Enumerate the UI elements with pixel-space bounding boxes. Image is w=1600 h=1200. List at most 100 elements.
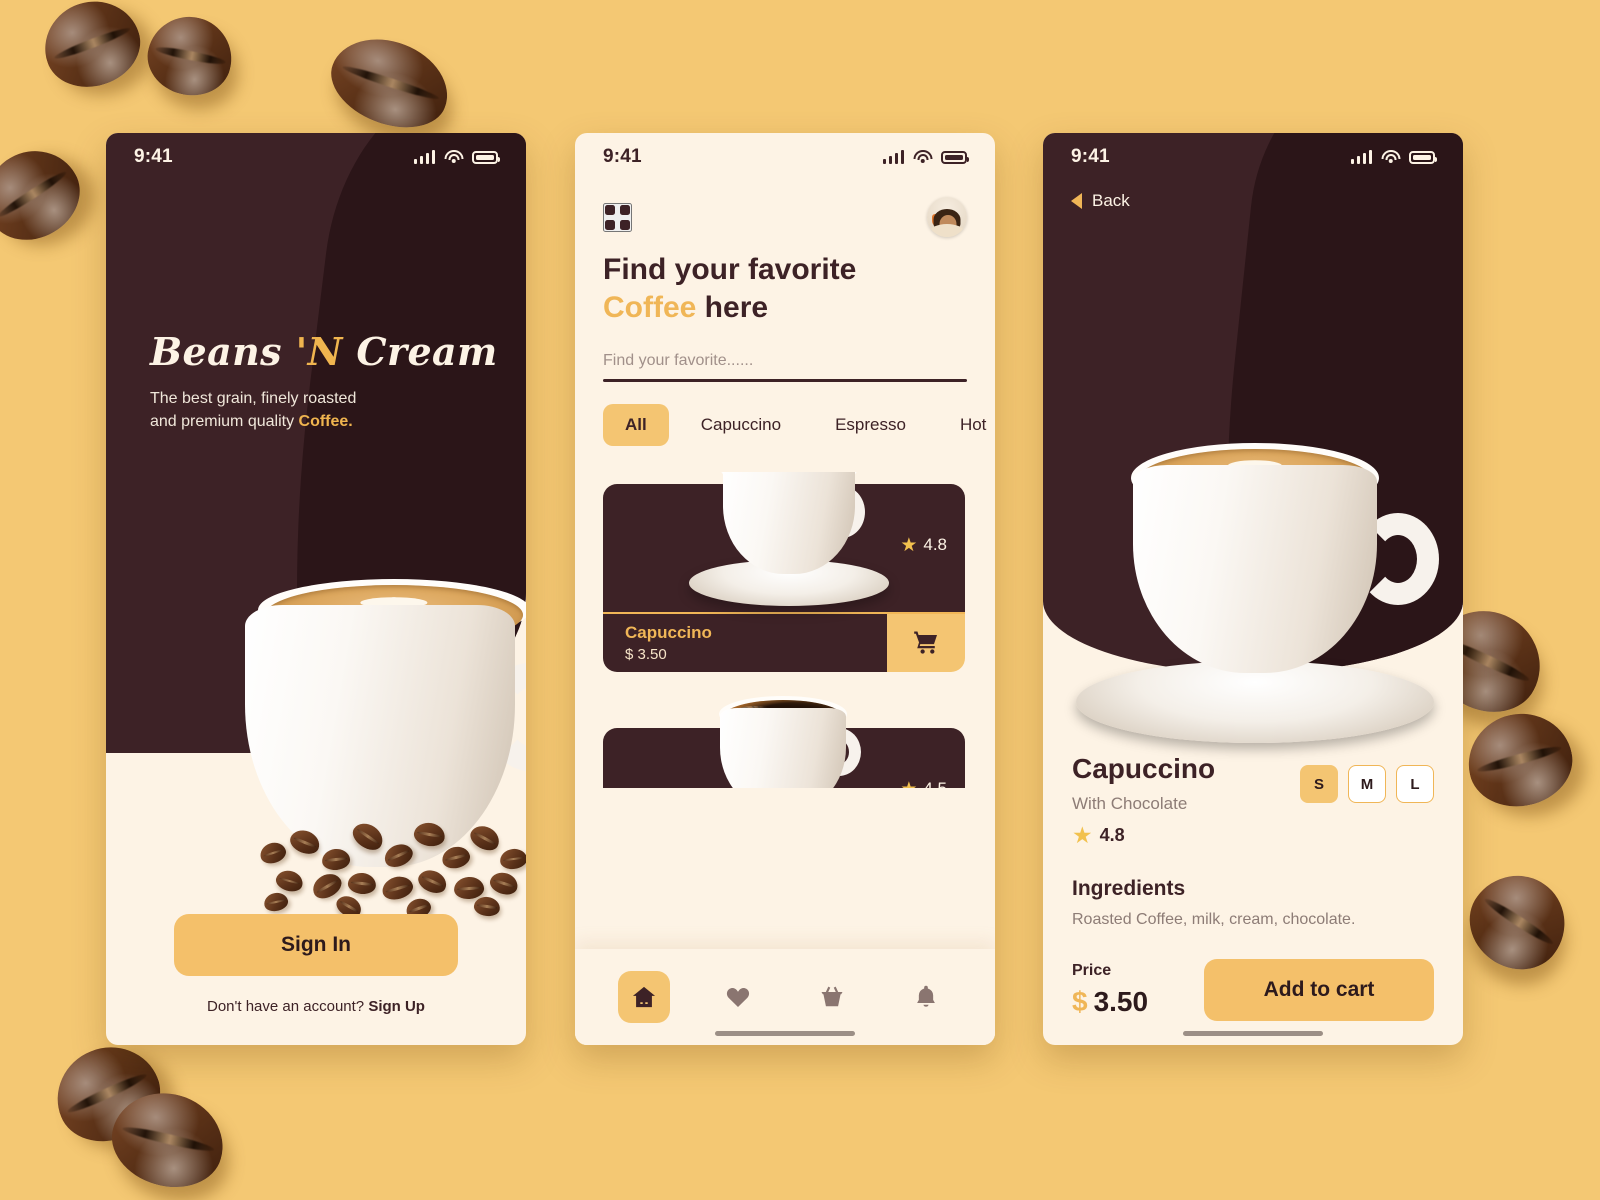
menu-grid-icon[interactable] (603, 202, 632, 232)
star-icon: ★ (900, 534, 918, 556)
home-icon (632, 986, 656, 1008)
cup-body (723, 471, 855, 574)
sign-up-link[interactable]: Sign Up (368, 998, 425, 1015)
app-title: Beans 'N Cream (150, 329, 497, 374)
coffee-bean-icon (1452, 856, 1584, 988)
size-option-m[interactable]: M (1348, 765, 1386, 803)
page-title-line1: Find your favorite (603, 253, 857, 286)
page-title-tail: here (696, 291, 769, 325)
product-list: ★ 4.8 Capuccino $ 3.50 (575, 471, 995, 788)
purchase-row: Price $3.50 Add to cart (1072, 959, 1434, 1021)
tab-espresso[interactable]: Espresso (813, 404, 928, 446)
status-icons (413, 150, 500, 164)
tab-all[interactable]: All (603, 403, 669, 446)
wifi-icon (1381, 150, 1400, 164)
product-info: Capuccino $ 3.50 (603, 613, 887, 672)
status-time: 9:41 (603, 146, 642, 167)
size-option-l[interactable]: L (1396, 765, 1434, 803)
app-title-part2: Cream (342, 329, 498, 374)
status-time: 9:41 (1071, 146, 1110, 167)
product-name: Capuccino (625, 622, 712, 642)
home-indicator (1183, 1031, 1323, 1036)
subtitle-line2: and premium quality (150, 412, 299, 430)
scattered-beans-pile (256, 801, 526, 922)
avatar-clothing (930, 224, 964, 237)
sign-in-button[interactable]: Sign In (174, 914, 458, 976)
tab-hot[interactable]: Hot (938, 404, 995, 446)
sign-up-prompt: Don't have an account? Sign Up (106, 998, 526, 1015)
back-arrow-icon (1071, 193, 1082, 209)
cup-body (720, 707, 846, 788)
price-amount: $3.50 (1072, 986, 1148, 1018)
coffee-cup-illustration (683, 670, 883, 788)
product-headline-row: Capuccino With Chocolate ★ 4.8 S M L (1072, 753, 1434, 849)
search-underline (603, 378, 967, 382)
wifi-icon (913, 150, 932, 164)
page-title: Find your favorite Coffee here (575, 237, 995, 328)
status-icons (882, 150, 969, 164)
coffee-bean-icon (139, 7, 241, 105)
product-card-capuccino[interactable]: ★ 4.8 Capuccino $ 3.50 (603, 471, 965, 672)
phone-screen-catalog: 9:41 Find your favorite Coffee here All C… (575, 133, 995, 1045)
rating-value: 4.5 (923, 779, 947, 788)
status-bar: 9:41 (106, 133, 526, 181)
ingredients-title: Ingredients (1072, 877, 1186, 900)
category-tabs: All Capuccino Espresso Hot (603, 403, 995, 446)
status-icons (1350, 150, 1437, 164)
heart-icon (726, 987, 750, 1007)
subtitle-accent: Coffee. (298, 412, 353, 430)
catalog-top-bar (575, 181, 995, 237)
add-to-cart-button[interactable] (887, 613, 965, 672)
product-rating: ★ 4.8 (1072, 822, 1215, 849)
onboarding-text-block: Beans 'N Cream The best grain, finely ro… (150, 329, 497, 433)
cup-body (1133, 465, 1377, 673)
app-subtitle: The best grain, finely roasted and premiu… (150, 388, 490, 433)
coffee-bean-icon (319, 23, 461, 143)
star-icon: ★ (1072, 822, 1093, 848)
nav-favorites-button[interactable] (712, 971, 764, 1023)
product-image-area: ★ 4.5 (603, 695, 965, 788)
nav-notifications-button[interactable] (900, 971, 952, 1023)
product-subtitle: With Chocolate (1072, 794, 1188, 813)
coffee-bean-icon (1459, 704, 1581, 816)
nav-home-button[interactable] (618, 971, 670, 1023)
product-coffee-image (1075, 403, 1439, 743)
cart-icon (914, 631, 938, 654)
nav-basket-button[interactable] (806, 971, 858, 1023)
battery-icon (1409, 151, 1437, 164)
coffee-bean-icon (0, 133, 96, 257)
search-field-wrapper (603, 351, 967, 382)
catalog-content: Find your favorite Coffee here All Capucc… (575, 181, 995, 1045)
subtitle-line1: The best grain, finely roasted (150, 390, 357, 407)
phone-screen-product-detail: 9:41 Back Capuccino With Chocolate ★ 4.8… (1043, 133, 1463, 1045)
ingredients-body: Roasted Coffee, milk, cream, chocolate. (1072, 911, 1356, 928)
product-name: Capuccino (1072, 753, 1216, 784)
size-selector: S M L (1300, 765, 1434, 803)
product-card-espresso[interactable]: ★ 4.5 Espresso $ 4.00 (603, 695, 965, 788)
add-to-cart-button[interactable]: Add to cart (1204, 959, 1434, 1021)
search-input[interactable] (603, 351, 967, 379)
size-option-s[interactable]: S (1300, 765, 1338, 803)
home-indicator (715, 1031, 855, 1036)
price-currency: $ (1072, 986, 1088, 1017)
product-rating: ★ 4.8 (900, 534, 947, 557)
avatar[interactable] (927, 197, 967, 237)
battery-icon (472, 151, 500, 164)
bell-icon (917, 985, 935, 1007)
app-title-accent: 'N (295, 329, 343, 374)
page-title-accent: Coffee (603, 291, 697, 325)
onboarding-actions: Sign In Don't have an account? Sign Up (106, 914, 526, 1045)
product-headline: Capuccino With Chocolate ★ 4.8 (1072, 753, 1215, 849)
basket-icon (821, 986, 843, 1007)
price-value: 3.50 (1093, 986, 1149, 1017)
status-bar: 9:41 (575, 133, 995, 181)
coffee-cup-illustration (689, 471, 889, 608)
status-bar: 9:41 (1043, 133, 1463, 181)
rating-value: 4.8 (1099, 825, 1125, 845)
star-icon: ★ (900, 778, 917, 788)
tab-capuccino[interactable]: Capuccino (679, 404, 803, 446)
cellular-signal-icon (882, 150, 904, 164)
price-label: Price (1072, 962, 1112, 979)
battery-icon (941, 151, 969, 164)
back-button[interactable]: Back (1071, 191, 1130, 211)
